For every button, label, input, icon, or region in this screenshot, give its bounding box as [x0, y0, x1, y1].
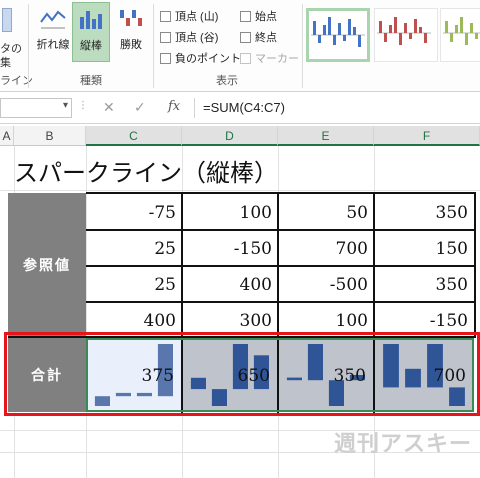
show-group-label: 表示: [216, 75, 238, 87]
ref-values-header[interactable]: 参照値: [8, 193, 86, 337]
column-type-button[interactable]: 縦棒: [72, 2, 110, 62]
cell-f4[interactable]: 350: [374, 195, 474, 231]
cell-c6[interactable]: 25: [86, 267, 182, 303]
checkbox-box: [160, 10, 171, 22]
formula-bar: ▾ ⋮ ✕ ✓ fx =SUM(C4:C7): [0, 92, 480, 124]
high-point-label: 頂点 (山): [175, 11, 219, 23]
high-point-checkbox[interactable]: 頂点 (山): [160, 8, 218, 24]
low-point-label: 頂点 (谷): [175, 32, 219, 44]
column-header-d[interactable]: D: [182, 126, 278, 146]
group-separator: [153, 4, 154, 88]
enter-icon[interactable]: ✓: [134, 99, 146, 116]
chevron-down-icon[interactable]: ▾: [63, 100, 68, 111]
markers-checkbox[interactable]: マーカー: [240, 50, 299, 66]
cell-e5[interactable]: 700: [278, 231, 374, 267]
group-separator: [28, 4, 29, 88]
column-header-b[interactable]: B: [14, 126, 86, 146]
column-header-f[interactable]: F: [374, 126, 480, 146]
type-group-label: 種類: [80, 75, 102, 87]
first-point-label: 始点: [255, 11, 277, 23]
cell-f5[interactable]: 150: [374, 231, 474, 267]
table-border: [86, 265, 476, 267]
last-point-checkbox[interactable]: 終点: [240, 29, 277, 45]
negative-points-checkbox[interactable]: 負のポイント: [160, 50, 241, 66]
first-point-checkbox[interactable]: 始点: [240, 8, 277, 24]
column-type-label: 縦棒: [80, 40, 102, 52]
style-preview-red-icon: [377, 17, 431, 45]
checkbox-box: [240, 10, 251, 22]
edit-data-icon: [2, 8, 12, 32]
cell-d4[interactable]: 100: [182, 195, 278, 231]
cell-e6[interactable]: -500: [278, 267, 374, 303]
column-header-c[interactable]: C: [86, 126, 182, 146]
formula-input[interactable]: =SUM(C4:C7): [194, 98, 480, 118]
highlight-frame: [4, 332, 480, 416]
style-preview-green-icon: [443, 17, 480, 45]
checkbox-box: [240, 52, 251, 64]
formula-bar-grip-icon: ⋮: [78, 100, 88, 111]
cancel-icon[interactable]: ✕: [103, 99, 115, 116]
cell-f6[interactable]: 350: [374, 267, 474, 303]
table-border: [474, 192, 476, 338]
line-type-button[interactable]: 折れ線: [34, 2, 72, 62]
negative-points-label: 負のポイント: [175, 53, 241, 65]
sheet-title[interactable]: スパークライン（縦棒）: [14, 153, 278, 188]
checkbox-box: [160, 31, 171, 43]
cell-d5[interactable]: -150: [182, 231, 278, 267]
sparkline-style-blue[interactable]: [306, 8, 370, 62]
sparkline-style-green[interactable]: [440, 8, 480, 62]
markers-label: マーカー: [255, 53, 299, 65]
cell-c4[interactable]: -75: [86, 195, 182, 231]
table-border: [86, 301, 476, 303]
win-loss-type-button[interactable]: 勝敗: [112, 2, 150, 62]
column-header-a[interactable]: A: [0, 126, 14, 146]
win-loss-type-label: 勝敗: [120, 39, 142, 51]
cell-e4[interactable]: 50: [278, 195, 374, 231]
group-separator: [302, 4, 303, 88]
cell-c5[interactable]: 25: [86, 231, 182, 267]
table-border: [86, 229, 476, 231]
checkbox-box: [240, 31, 251, 43]
table-border: [86, 192, 476, 194]
last-point-label: 終点: [255, 32, 277, 44]
line-sparkline-icon: [40, 10, 66, 29]
style-preview-blue-icon: [311, 17, 365, 47]
name-box[interactable]: ▾: [0, 98, 72, 118]
gridline: [0, 190, 480, 191]
column-sparkline-icon: [80, 11, 102, 29]
sparkline-style-red[interactable]: [374, 8, 438, 62]
insert-function-icon[interactable]: fx: [168, 99, 180, 114]
edit-data-label-part-2[interactable]: 集: [0, 54, 11, 70]
win-loss-sparkline-icon: [120, 10, 142, 26]
checkbox-box: [160, 52, 171, 64]
sparkline-ribbon: タの 集 ライン 折れ線 縦棒 勝敗 種類 頂点 (山) 始点 頂点 (谷) 終…: [0, 0, 480, 92]
cell-d6[interactable]: 400: [182, 267, 278, 303]
column-header-e[interactable]: E: [278, 126, 374, 146]
watermark-logo: 週刊アスキー: [334, 431, 473, 456]
low-point-checkbox[interactable]: 頂点 (谷): [160, 29, 218, 45]
line-type-label: 折れ線: [36, 39, 70, 51]
